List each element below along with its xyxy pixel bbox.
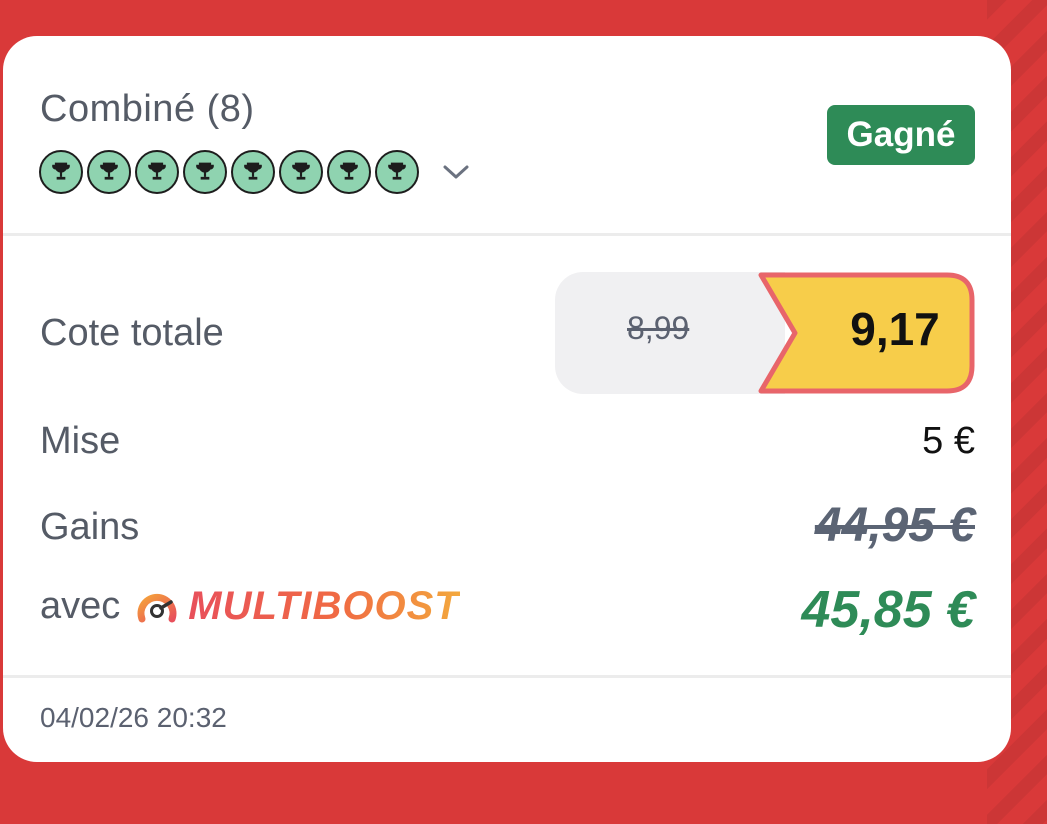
status-badge: Gagné [827, 105, 975, 165]
multiboost-logo-text: MULTIBOOST [188, 584, 460, 628]
leg-won-trophy-icon [327, 150, 371, 194]
multiboost-row: avec MULTIBOOST [40, 584, 460, 629]
leg-won-trophy-icon [87, 150, 131, 194]
bet-card[interactable]: Combiné (8) Gagné Cote totale 8,99 9,17 … [3, 36, 1011, 762]
bet-timestamp: 04/02/26 20:32 [40, 702, 227, 733]
leg-won-trophy-icon [279, 150, 323, 194]
original-odds-value: 8,99 [627, 310, 690, 346]
stake-value: 5 € [922, 420, 975, 462]
leg-won-trophy-icon [375, 150, 419, 194]
header-divider [3, 233, 1011, 236]
leg-won-trophy-icon [183, 150, 227, 194]
bet-header: Combiné (8) Gagné [3, 36, 1011, 236]
original-winnings-value: 44,95 € [814, 499, 975, 552]
boosted-odds-value: 9,17 [850, 303, 940, 355]
odds-label: Cote totale [40, 312, 224, 354]
stake-label: Mise [40, 420, 121, 462]
bet-legs [39, 150, 471, 194]
chevron-down-icon[interactable] [441, 160, 471, 184]
leg-won-trophy-icon [39, 150, 83, 194]
multiboost-icon [137, 593, 177, 622]
leg-won-trophy-icon [231, 150, 275, 194]
winnings-label: Gains [40, 506, 140, 548]
leg-won-trophy-icon [135, 150, 179, 194]
footer-divider [3, 675, 1011, 678]
boost-prefix: avec [40, 585, 121, 627]
boosted-winnings-value: 45,85 € [801, 581, 976, 639]
bet-type-label: Combiné (8) [40, 88, 255, 130]
odds-display: 8,99 9,17 [555, 272, 975, 394]
